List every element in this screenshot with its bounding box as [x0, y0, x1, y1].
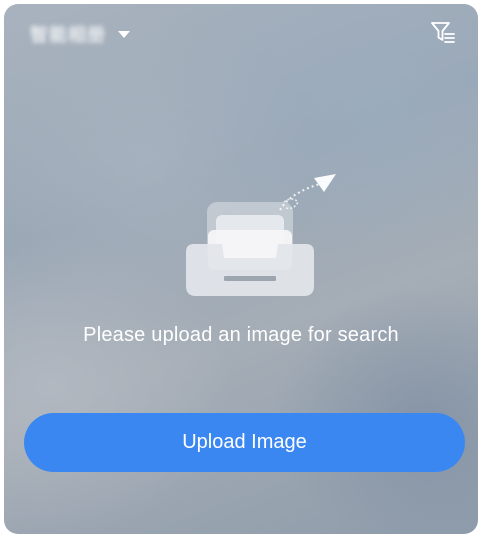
- filter-list-icon: [431, 22, 455, 43]
- upload-tray-icon: [180, 172, 340, 302]
- album-selector[interactable]: 智能相册: [30, 20, 130, 48]
- empty-state-message: Please upload an image for search: [83, 324, 399, 346]
- upload-image-button[interactable]: Upload Image: [24, 413, 465, 472]
- image-search-panel: 智能相册 Please upload an image for search U…: [4, 4, 478, 534]
- caret-down-icon: [118, 30, 130, 38]
- album-name: 智能相册: [30, 25, 106, 45]
- filter-button[interactable]: [428, 18, 458, 48]
